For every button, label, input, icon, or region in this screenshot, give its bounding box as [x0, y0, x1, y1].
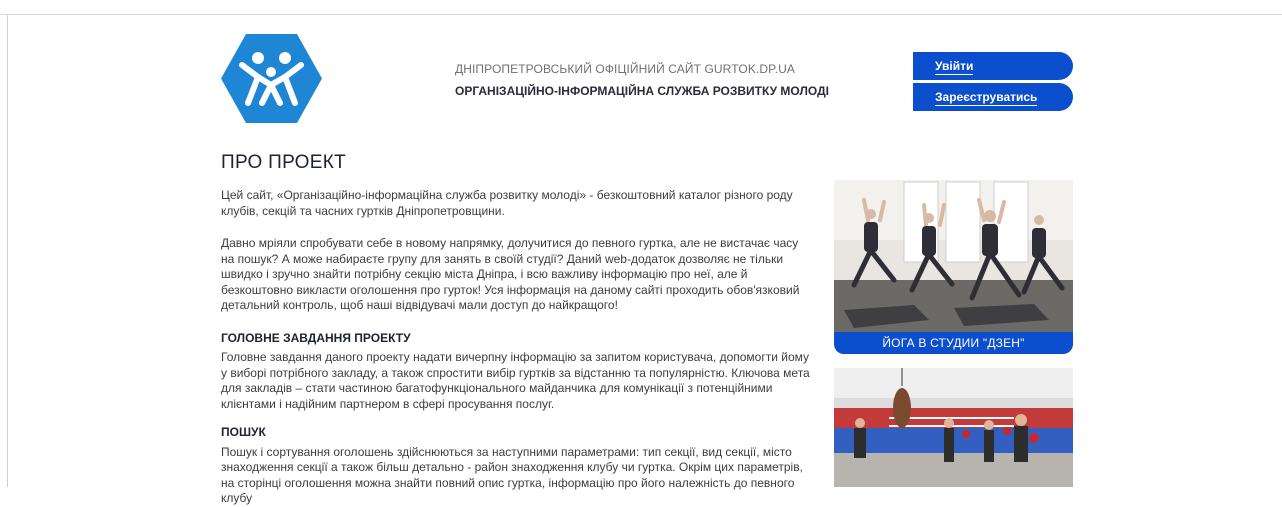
section-heading-search: ПОШУК — [221, 425, 266, 439]
club-card[interactable] — [834, 368, 1073, 487]
intro-paragraph: Цей сайт, «Організаційно-інформаційна сл… — [221, 188, 793, 218]
card-caption[interactable]: ЙОГА В СТУДИИ "ДЗЕН" — [834, 332, 1073, 354]
section-text-search: Пошук і сортування оголошень здійснюютьс… — [221, 444, 803, 506]
register-button-label: Зареєструватись — [935, 90, 1038, 106]
yoga-class-photo — [834, 180, 1073, 354]
site-subtitle: ДНІПРОПЕТРОВСЬКИЙ ОФІЦІЙНИЙ САЙТ GURTOK.… — [455, 62, 796, 76]
section-heading-main-task: ГОЛОВНЕ ЗАВДАННЯ ПРОЕКТУ — [221, 330, 411, 345]
featured-club-card[interactable]: ЙОГА В СТУДИИ "ДЗЕН" — [834, 180, 1073, 354]
boxing-gym-photo — [834, 368, 1073, 487]
page-title: ПРО ПРОЕКТ — [221, 152, 347, 173]
site-logo-icon[interactable] — [220, 33, 323, 124]
register-button[interactable]: Зареєструватись — [913, 83, 1073, 111]
description-paragraph: Давно мріяли спробувати себе в новому на… — [221, 236, 800, 312]
left-divider — [7, 15, 8, 487]
login-button[interactable]: Увійти — [913, 52, 1073, 80]
top-divider — [0, 14, 1282, 15]
about-content: Цей сайт, «Організаційно-інформаційна сл… — [221, 188, 811, 507]
site-title: ОРГАНІЗАЦІЙНО-ІНФОРМАЦІЙНА СЛУЖБА РОЗВИТ… — [455, 84, 829, 98]
login-button-label: Увійти — [935, 59, 974, 75]
section-text-main-task: Головне завдання даного проекту надати в… — [221, 350, 810, 411]
